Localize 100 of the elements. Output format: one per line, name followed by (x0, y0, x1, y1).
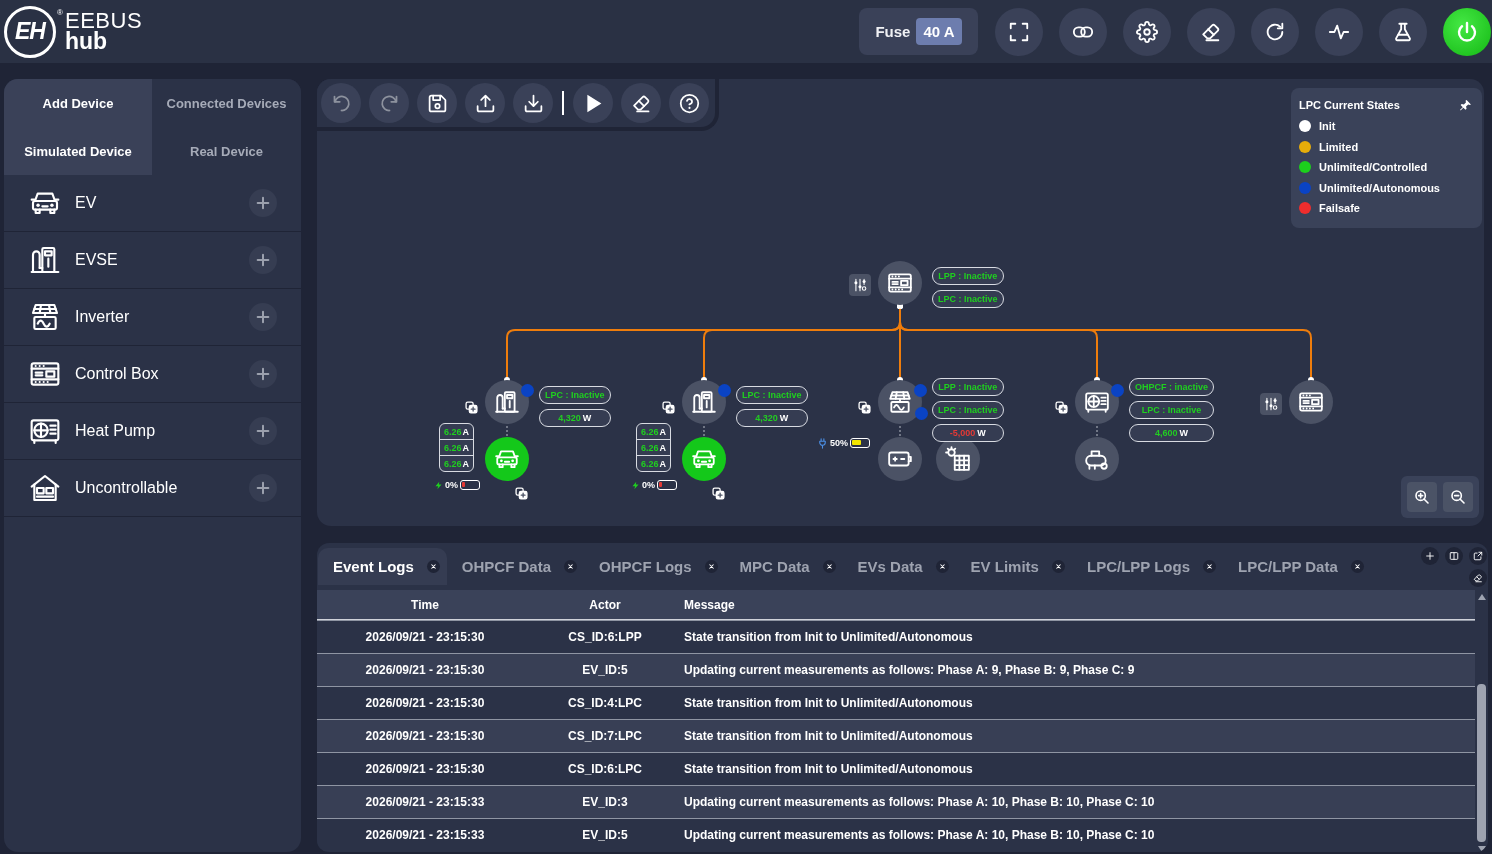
duplicate-button[interactable] (465, 401, 478, 414)
column-header: Time (410, 597, 440, 612)
close-button[interactable] (426, 560, 440, 573)
plus-icon (255, 252, 271, 268)
split-view-button[interactable] (1445, 547, 1463, 565)
power-unit: W (977, 428, 986, 438)
link-button[interactable] (1059, 7, 1107, 56)
sidebar-tab[interactable]: Add Device (4, 79, 152, 127)
table-cell-text: State transition from Init to Unlimited/Autonomous (683, 762, 974, 776)
solar-panel-icon (945, 446, 971, 472)
add-button[interactable] (249, 417, 277, 445)
link-line (506, 425, 508, 437)
settings-button[interactable] (849, 274, 871, 296)
device-label: Uncontrollable (75, 479, 179, 497)
plus-icon (255, 195, 271, 211)
close-icon (429, 563, 437, 570)
help-icon (678, 92, 700, 114)
add-button[interactable] (249, 360, 277, 388)
flask-icon (1392, 20, 1414, 43)
close-button[interactable] (822, 560, 836, 573)
scroll-up-icon (1478, 594, 1486, 600)
device-source-tab[interactable]: Simulated Device (4, 127, 152, 175)
phase-current: 6.26 A (637, 455, 670, 471)
save-button[interactable] (417, 83, 457, 123)
close-button[interactable] (1350, 560, 1364, 573)
copy-icon (465, 401, 478, 414)
registered-mark: ® (57, 7, 63, 17)
scrollbar-thumb[interactable] (1477, 684, 1486, 842)
power-button[interactable] (1443, 7, 1491, 56)
logo-mark: EH (4, 5, 56, 58)
clear-log-button[interactable] (1469, 569, 1487, 587)
download-button[interactable] (513, 83, 553, 123)
settings-button[interactable] (1260, 393, 1282, 415)
control-box-icon (887, 270, 913, 296)
log-tab[interactable]: Event Logs (318, 548, 447, 585)
mode-status: LPP : Inactive (932, 267, 1004, 285)
duplicate-button[interactable] (858, 401, 871, 414)
table-cell-text: Updating current measurements as follows: Phase A: 10, Phase B: 10, Phase C: 10 (683, 828, 1156, 842)
table-cell-text: 2026/09/21 - 23:15:30 (364, 762, 486, 776)
link-line (1096, 425, 1098, 437)
mode-status: LPP : Inactive (932, 378, 1004, 396)
log-tab[interactable]: OHPCF Data (446, 548, 585, 585)
play-button[interactable] (573, 83, 613, 123)
log-tab[interactable]: MPC Data (724, 548, 843, 585)
log-tab[interactable]: OHPCF Logs (584, 548, 725, 585)
link-line (899, 425, 901, 437)
close-button[interactable] (1051, 560, 1065, 573)
lab-button[interactable] (1379, 7, 1427, 56)
heat-pump-icon (1084, 389, 1110, 415)
sliders-icon (1264, 397, 1278, 411)
activity-button[interactable] (1315, 7, 1363, 56)
close-button[interactable] (704, 560, 718, 573)
mode-status: LPC : Inactive (539, 386, 611, 404)
refresh-icon (1264, 20, 1286, 43)
zoom-out-button[interactable] (1443, 482, 1473, 512)
copy-icon (858, 401, 871, 414)
power-icon (1455, 19, 1479, 44)
power-value: 4,600 (1155, 428, 1178, 438)
zoom-in-button[interactable] (1407, 482, 1437, 512)
pop-out-button[interactable] (1469, 547, 1487, 565)
fullscreen-button[interactable] (995, 7, 1043, 56)
power-unit: W (1179, 428, 1188, 438)
eraser-icon (1473, 573, 1483, 583)
column-header: Actor (588, 597, 622, 612)
add-button[interactable] (249, 474, 277, 502)
duplicate-button[interactable] (712, 487, 725, 500)
close-button[interactable] (1203, 560, 1217, 573)
download-icon (522, 92, 544, 114)
charger-icon (494, 389, 520, 415)
copy-icon (662, 401, 675, 414)
fuse-value: 40 A (916, 18, 962, 45)
log-tab[interactable]: EV Limits (955, 548, 1072, 585)
clear-button[interactable] (1187, 7, 1235, 56)
legend-label: Limited (1319, 140, 1359, 153)
mode-status: OHPCF : inactive (1129, 378, 1214, 396)
clear-button[interactable] (621, 83, 661, 123)
external-link-icon (1473, 551, 1483, 561)
add-tab-button[interactable] (1421, 547, 1439, 565)
close-button[interactable] (564, 560, 578, 573)
close-button[interactable] (935, 560, 949, 573)
duplicate-button[interactable] (662, 401, 675, 414)
duplicate-button[interactable] (515, 487, 528, 500)
settings-button[interactable] (1123, 7, 1171, 56)
sliders-icon (853, 278, 867, 292)
log-tab[interactable]: EVs Data (842, 548, 956, 585)
log-tab[interactable]: LPC/LPP Data (1223, 548, 1371, 585)
add-button[interactable] (249, 189, 277, 217)
legend-label: Failsafe (1319, 202, 1360, 215)
add-button[interactable] (249, 303, 277, 331)
log-tab[interactable]: LPC/LPP Logs (1071, 548, 1224, 585)
split-view-icon (1449, 551, 1459, 561)
duplicate-button[interactable] (1055, 401, 1068, 414)
upload-button[interactable] (465, 83, 505, 123)
power-unit: W (779, 413, 789, 423)
help-button[interactable] (669, 83, 709, 123)
refresh-button[interactable] (1251, 7, 1299, 56)
table-cell-text: 2026/09/21 - 23:15:30 (364, 663, 486, 677)
power-value: -5,000 (949, 428, 976, 438)
table-cell-text: Updating current measurements as follows: Phase A: 9, Phase B: 9, Phase C: 9 (683, 663, 1136, 677)
add-button[interactable] (249, 246, 277, 274)
